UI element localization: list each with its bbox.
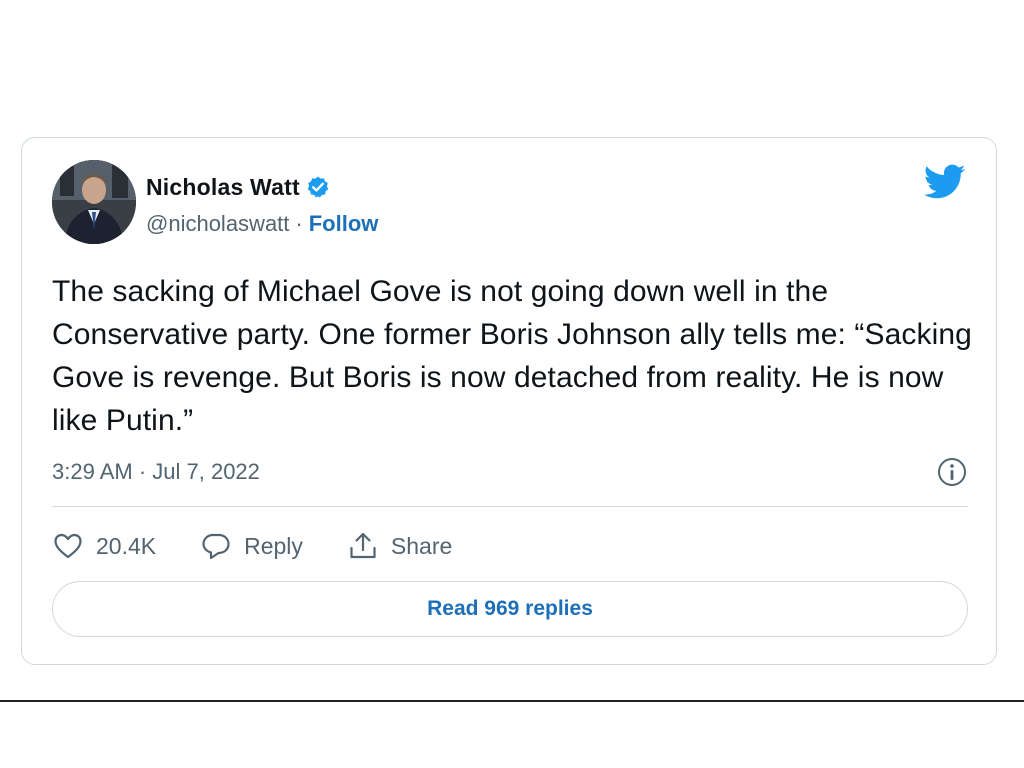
tweet-meta-row: 3:29 AM · Jul 7, 2022 [52,456,968,488]
divider [52,506,968,507]
share-label: Share [390,532,453,559]
name-row: Nicholas Watt [146,172,330,202]
handle-row: @nicholaswatt · Follow [146,209,378,239]
like-count: 20.4K [96,532,157,559]
verified-badge-icon [306,175,330,199]
tweet-timestamp[interactable]: 3:29 AM · Jul 7, 2022 [52,459,260,485]
handle[interactable]: @nicholaswatt [146,211,289,237]
read-replies-label: Read 969 replies [427,597,593,620]
like-button[interactable]: 20.4K [52,530,156,562]
actions-row: 20.4K Reply Share [52,528,496,564]
speech-bubble-icon [202,533,230,560]
separator-dot: · [295,211,303,236]
read-replies-button[interactable]: Read 969 replies [52,581,968,637]
heart-icon [54,533,82,559]
follow-button[interactable]: Follow [309,211,379,237]
reply-label: Reply [244,532,303,559]
tweet-text: The sacking of Michael Gove is not going… [52,275,972,437]
share-button[interactable]: Share [347,530,452,562]
share-upload-icon [350,532,376,559]
page: Nicholas Watt @nicholaswatt · Follow The… [0,0,1024,768]
avatar-image [52,160,136,244]
avatar[interactable] [52,160,136,244]
reply-button[interactable]: Reply [200,530,303,562]
twitter-bird-icon[interactable] [923,164,966,200]
bottom-rule [0,700,1024,702]
info-icon[interactable] [936,456,968,488]
display-name[interactable]: Nicholas Watt [146,174,300,201]
tweet-card: Nicholas Watt @nicholaswatt · Follow The… [21,137,997,665]
